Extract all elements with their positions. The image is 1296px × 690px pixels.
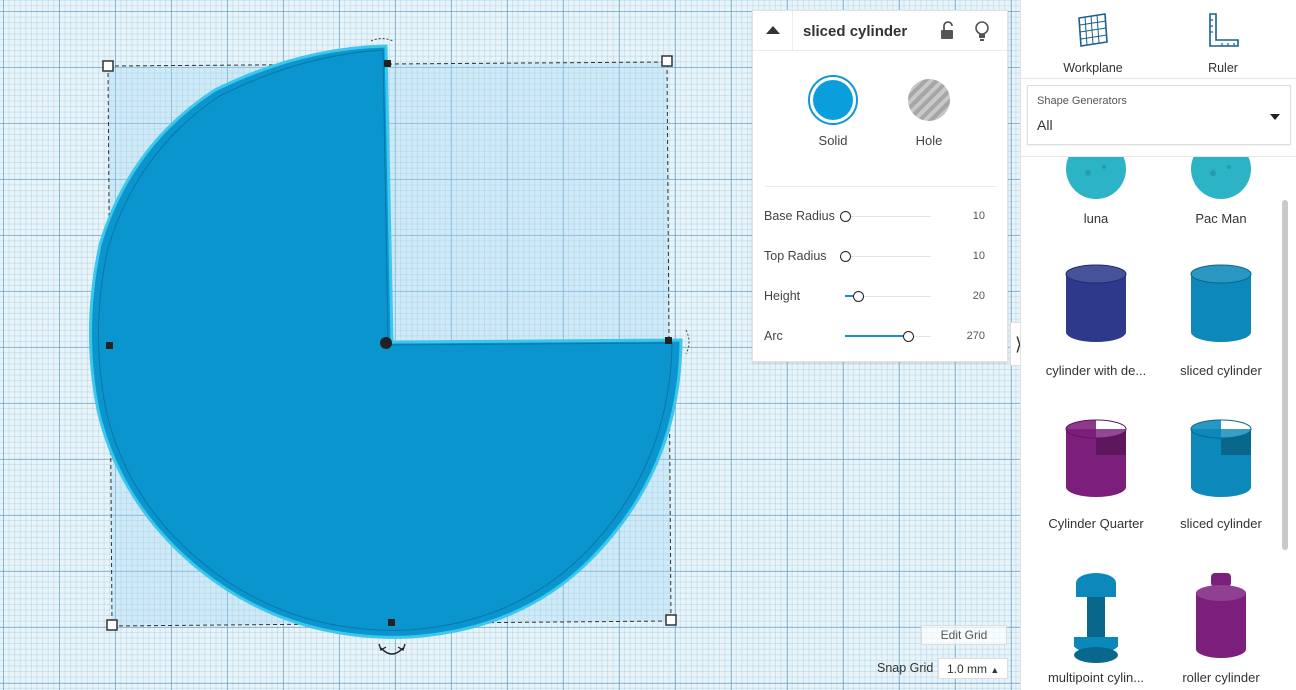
sphere-icon xyxy=(1161,157,1281,201)
panel-divider xyxy=(1021,78,1296,79)
cylinder-icon xyxy=(1161,262,1281,346)
property-row: Height 20 xyxy=(753,287,1007,307)
property-slider-fill xyxy=(845,335,908,337)
corner-handle-top-left[interactable] xyxy=(102,60,114,72)
rotate-arrowhead-right-icon xyxy=(397,643,406,651)
solid-label: Solid xyxy=(818,133,848,148)
shape-library-label: cylinder with de... xyxy=(1045,363,1147,378)
workplane-icon xyxy=(1078,13,1108,47)
shape-library-item[interactable]: sliced cylinder xyxy=(1161,415,1281,555)
shape-library-item[interactable]: multipoint cylin... xyxy=(1036,569,1156,690)
property-slider-knob[interactable] xyxy=(840,251,851,262)
property-row: Base Radius 10 xyxy=(753,207,1007,227)
property-slider-track[interactable] xyxy=(845,256,931,257)
shape-library-label: roller cylinder xyxy=(1182,670,1260,685)
center-handle[interactable] xyxy=(380,337,392,349)
corner-handle-top-right[interactable] xyxy=(661,55,673,67)
chevron-down-icon xyxy=(1270,114,1280,120)
lightbulb-icon[interactable] xyxy=(972,20,992,42)
property-slider-knob[interactable] xyxy=(853,291,864,302)
sliced-cylinder-icon xyxy=(1161,415,1281,499)
hole-option[interactable]: Hole xyxy=(903,75,955,148)
right-panel: Workplane Ruler Shape Generators All lun… xyxy=(1020,0,1296,690)
shape-library-label: sliced cylinder xyxy=(1180,363,1262,378)
ruler-button[interactable]: Ruler xyxy=(1173,10,1273,75)
property-value[interactable]: 270 xyxy=(967,330,985,342)
solid-option[interactable]: Solid xyxy=(807,75,859,148)
shape-library-label: Pac Man xyxy=(1195,211,1247,226)
property-label: Base Radius xyxy=(764,209,835,223)
edit-grid-button[interactable]: Edit Grid xyxy=(921,625,1007,645)
shape-library: luna Pac Man cylinder with de... sliced cyl… xyxy=(1021,157,1296,690)
snap-grid-select[interactable]: 1.0 mm ▲ xyxy=(938,658,1008,679)
property-label: Arc xyxy=(764,329,783,343)
cylinder-icon xyxy=(1036,262,1156,346)
hole-label: Hole xyxy=(915,133,943,148)
shape-library-item[interactable]: roller cylinder xyxy=(1161,569,1281,690)
dropdown-caption: Shape Generators xyxy=(1037,95,1127,107)
shape-name[interactable]: sliced cylinder xyxy=(803,23,907,40)
snap-grid-value: 1.0 mm xyxy=(947,662,988,676)
roller-icon xyxy=(1161,569,1281,665)
inspector-divider xyxy=(765,186,997,187)
property-label: Top Radius xyxy=(764,249,827,263)
workplane-label: Workplane xyxy=(1063,61,1123,75)
hole-swatch[interactable] xyxy=(904,75,954,125)
workplane-button[interactable]: Workplane xyxy=(1043,10,1143,75)
workplane-grid[interactable]: sliced cylinder Solid Hole Base Radius 10… xyxy=(0,0,1026,690)
property-slider-knob[interactable] xyxy=(840,211,851,222)
property-row: Top Radius 10 xyxy=(753,247,1007,267)
shape-library-label: sliced cylinder xyxy=(1180,516,1262,531)
shape-library-item[interactable]: cylinder with de... xyxy=(1036,262,1156,402)
shape-library-label: Cylinder Quarter xyxy=(1048,516,1144,531)
shape-library-item[interactable]: sliced cylinder xyxy=(1161,262,1281,402)
property-value[interactable]: 10 xyxy=(973,250,985,262)
lock-icon[interactable] xyxy=(938,20,958,42)
caret-up-icon xyxy=(766,26,780,34)
corner-handle-bottom-left[interactable] xyxy=(106,619,118,631)
solid-color-swatch[interactable] xyxy=(808,75,858,125)
edge-handle-bottom[interactable] xyxy=(388,619,395,626)
inspector-header: sliced cylinder xyxy=(753,11,1007,51)
edge-handle-top[interactable] xyxy=(384,60,391,67)
dropdown-value: All xyxy=(1037,117,1053,133)
property-slider-knob[interactable] xyxy=(903,331,914,342)
ruler-label: Ruler xyxy=(1208,61,1238,75)
sphere-icon xyxy=(1036,157,1156,201)
rotate-arrow-bottom-icon[interactable] xyxy=(380,647,404,655)
property-slider-track[interactable] xyxy=(845,216,931,217)
shape-library-item[interactable]: luna xyxy=(1036,157,1156,277)
rotate-arrow-top-icon[interactable] xyxy=(370,38,394,42)
ruler-icon xyxy=(1209,13,1239,47)
shape-library-label: multipoint cylin... xyxy=(1047,670,1145,685)
rotate-arrow-right-icon[interactable] xyxy=(685,329,690,355)
property-value[interactable]: 10 xyxy=(973,210,985,222)
shape-library-item[interactable]: Cylinder Quarter xyxy=(1036,415,1156,555)
shape-library-item[interactable]: Pac Man xyxy=(1161,157,1281,277)
sliced-cylinder-icon xyxy=(1036,415,1156,499)
edge-handle-right[interactable] xyxy=(665,337,672,344)
property-value[interactable]: 20 xyxy=(973,290,985,302)
snap-grid-label: Snap Grid xyxy=(877,661,934,675)
edge-handle-left[interactable] xyxy=(106,342,113,349)
caret-up-icon: ▲ xyxy=(990,665,1000,675)
spool-icon xyxy=(1036,569,1156,665)
shape-library-scrollbar[interactable] xyxy=(1282,200,1288,550)
collapse-inspector-button[interactable] xyxy=(753,11,793,51)
property-label: Height xyxy=(764,289,801,303)
shape-inspector: sliced cylinder Solid Hole Base Radius 10… xyxy=(752,10,1008,362)
corner-handle-bottom-right[interactable] xyxy=(665,614,677,626)
shape-generators-dropdown[interactable]: Shape Generators All xyxy=(1027,85,1291,145)
shape-library-label: luna xyxy=(1083,211,1109,226)
rotate-arrowhead-left-icon xyxy=(378,643,387,651)
property-row: Arc 270 xyxy=(753,327,1007,347)
